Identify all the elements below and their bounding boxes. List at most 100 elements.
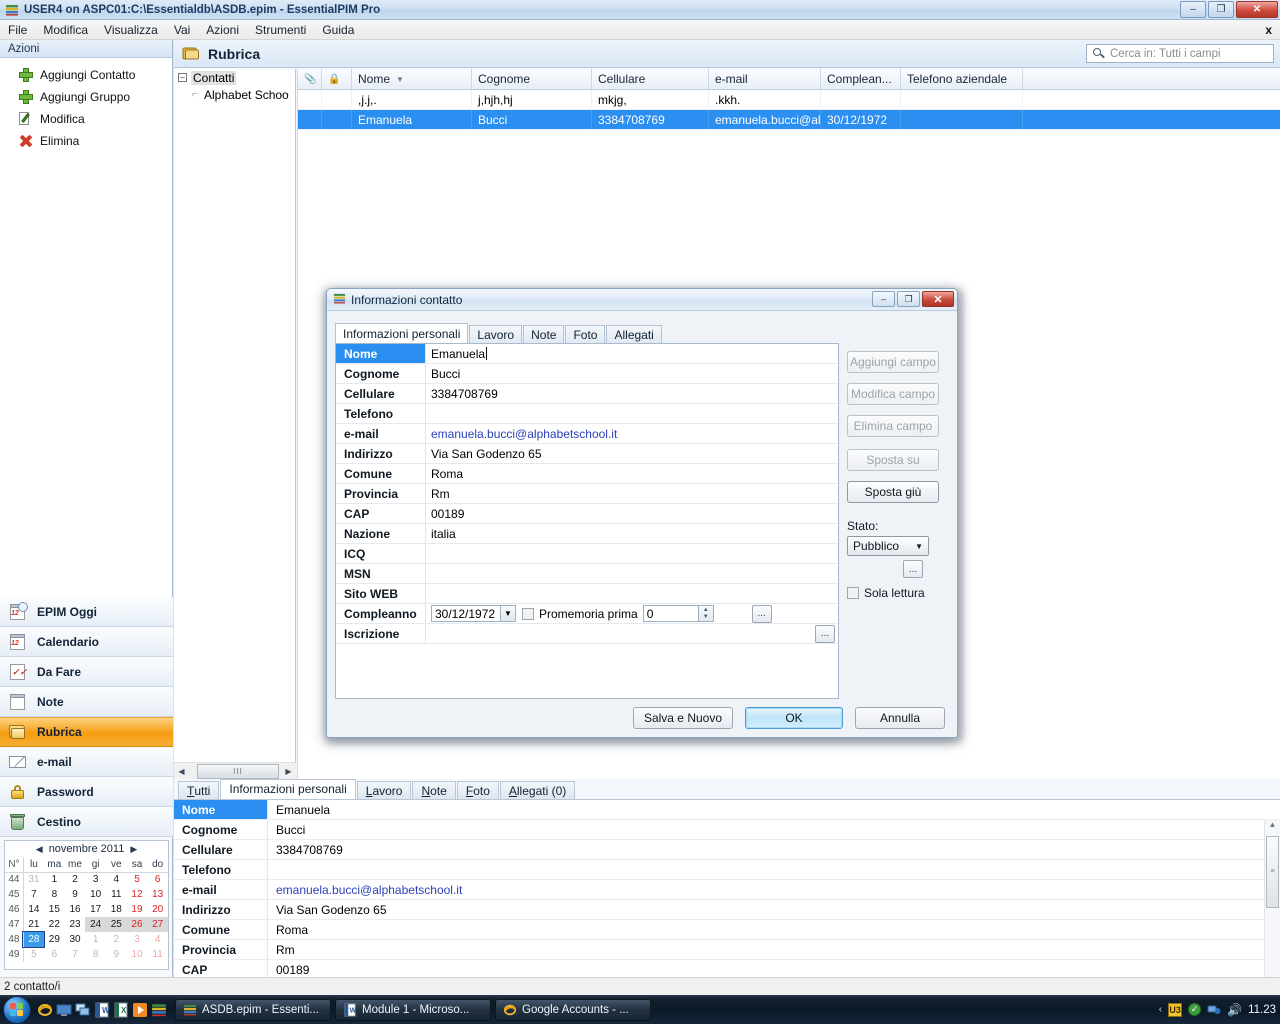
- grid-header-row[interactable]: 📎 🔒 Nome ▼ Cognome Cellulare e-mail Complean...…: [298, 69, 1280, 90]
- calendar-day-cell[interactable]: 7: [23, 887, 44, 902]
- sidebar-item-da-fare[interactable]: ✓✓ Da Fare: [0, 657, 173, 687]
- chevron-down-icon[interactable]: ▼: [500, 606, 515, 621]
- tab-foto[interactable]: Foto: [456, 781, 499, 799]
- reminder-checkbox[interactable]: [522, 607, 534, 620]
- menu-visualizza[interactable]: Visualizza: [96, 21, 166, 39]
- calendar-day-cell[interactable]: 1: [44, 872, 65, 887]
- calendar-day-cell[interactable]: 10: [85, 887, 106, 902]
- grid-header-cellulare[interactable]: Cellulare: [592, 69, 709, 89]
- menu-vai[interactable]: Vai: [166, 21, 198, 39]
- window-titlebar[interactable]: USER4 on ASPC01:C:\Essentialdb\ASDB.epim…: [0, 0, 1280, 20]
- sidebar-item-note[interactable]: Note: [0, 687, 173, 717]
- dialog-tab-lavoro[interactable]: Lavoro: [469, 325, 523, 344]
- field-value[interactable]: [426, 404, 838, 423]
- field-value[interactable]: ...: [426, 624, 838, 643]
- search-input[interactable]: Cerca in: Tutti i campi: [1086, 44, 1274, 63]
- grid-header-complean-[interactable]: Complean...: [821, 69, 901, 89]
- tab-lavoro[interactable]: Lavoro: [356, 781, 412, 799]
- calendar-day-cell[interactable]: 28: [22, 931, 45, 948]
- subscription-browse-button[interactable]: ...: [815, 624, 835, 643]
- field-value[interactable]: Bucci: [426, 364, 838, 383]
- field-value[interactable]: 00189: [426, 504, 838, 523]
- window-controls[interactable]: – ❐ ✕: [1180, 1, 1278, 18]
- grid-header-nome[interactable]: Nome ▼: [352, 69, 472, 89]
- sola-lettura-checkbox[interactable]: [847, 587, 859, 599]
- calendar-day-cell[interactable]: 20: [147, 902, 168, 917]
- scroll-track[interactable]: III: [189, 763, 281, 779]
- calendar-day-cell[interactable]: 25: [105, 917, 127, 932]
- calendar-day-cell[interactable]: 27: [147, 917, 168, 932]
- calendar-day-cell[interactable]: 5: [127, 872, 148, 887]
- calendar-day-cell[interactable]: 7: [65, 947, 86, 962]
- grid-header-cognome[interactable]: Cognome: [472, 69, 592, 89]
- calendar-day-cell[interactable]: 30: [65, 932, 86, 947]
- u3-launchpad-icon[interactable]: U3: [1168, 1002, 1183, 1017]
- sidebar-item-rubrica[interactable]: Rubrica: [0, 717, 173, 747]
- annulla-button[interactable]: Annulla: [855, 707, 945, 729]
- field-value[interactable]: Rm: [426, 484, 838, 503]
- action-aggiungi-gruppo[interactable]: Aggiungi Gruppo: [0, 86, 172, 108]
- excel-icon[interactable]: X: [113, 1002, 129, 1018]
- calendar-day-cell[interactable]: 3: [127, 932, 148, 947]
- calendar-day-cell[interactable]: 16: [65, 902, 86, 917]
- grid-header-telefono-aziendale[interactable]: Telefono aziendale: [901, 69, 1023, 89]
- scroll-up-button[interactable]: ▲: [1265, 820, 1280, 835]
- volume-icon[interactable]: 🔊: [1227, 1003, 1242, 1017]
- action-modifica[interactable]: Modifica: [0, 108, 172, 130]
- grid-header-filler[interactable]: [1023, 69, 1280, 89]
- tree-horizontal-scrollbar[interactable]: ◀ III ▶: [174, 762, 296, 779]
- taskbar-item-word[interactable]: W Module 1 - Microso...: [335, 998, 491, 1021]
- table-row[interactable]: ,j.j,. j,hjh,hj mkjg, .kkh.: [298, 90, 1280, 110]
- menu-file[interactable]: File: [0, 21, 35, 39]
- aggiungi-campo-button[interactable]: Aggiungi campo: [847, 351, 939, 373]
- dialog-tab-allegati[interactable]: Allegati: [606, 325, 662, 344]
- close-button[interactable]: ✕: [1236, 1, 1278, 18]
- show-hidden-icons-icon[interactable]: ‹: [1159, 1004, 1162, 1015]
- dialog-tab-informazioni-personali[interactable]: Informazioni personali: [335, 323, 469, 344]
- menu-strumenti[interactable]: Strumenti: [247, 21, 314, 39]
- scroll-left-button[interactable]: ◀: [174, 767, 189, 776]
- scroll-thumb[interactable]: ≡: [1266, 836, 1279, 908]
- calendar-day-cell[interactable]: 17: [85, 902, 106, 917]
- field-value[interactable]: Roma: [426, 464, 838, 483]
- dialog-tab-note[interactable]: Note: [523, 325, 565, 344]
- calendar-day-cell[interactable]: 23: [65, 917, 86, 932]
- tree-item-contatti[interactable]: – Contatti: [174, 69, 295, 86]
- tab-tutti[interactable]: Tutti: [178, 781, 220, 799]
- switch-window-icon[interactable]: [75, 1002, 91, 1018]
- calendar-day-cell[interactable]: 9: [65, 887, 86, 902]
- table-row[interactable]: Emanuela Bucci 3384708769 emanuela.bucci@al…: [298, 110, 1280, 130]
- field-value[interactable]: italia: [426, 524, 838, 543]
- stepper-down-icon[interactable]: ▼: [699, 614, 713, 622]
- clock[interactable]: 11.23: [1248, 1004, 1276, 1016]
- calendar-day-cell[interactable]: 29: [44, 932, 65, 947]
- reminder-days-stepper[interactable]: ▲ ▼: [698, 605, 714, 622]
- field-value[interactable]: emanuela.bucci@alphabetschool.it: [426, 424, 838, 443]
- modifica-campo-button[interactable]: Modifica campo: [847, 383, 939, 405]
- calendar-day-cell[interactable]: 11: [147, 947, 168, 962]
- mini-calendar[interactable]: ◀ novembre 2011 ▶ N° lu ma me gi ve sa d…: [4, 840, 169, 970]
- menu-bar[interactable]: File Modifica Visualizza Vai Azioni Stru…: [0, 20, 1280, 40]
- calendar-day-cell[interactable]: 2: [106, 932, 127, 947]
- calendar-day-cell[interactable]: 8: [44, 887, 65, 902]
- dialog-tab-foto[interactable]: Foto: [565, 325, 606, 344]
- calendar-day-cell[interactable]: 6: [147, 872, 168, 887]
- calendar-day-cell[interactable]: 21: [23, 917, 44, 932]
- field-value[interactable]: [426, 544, 838, 563]
- detail-vertical-scrollbar[interactable]: ▲ ≡ ▼: [1264, 820, 1280, 977]
- prev-month-button[interactable]: ◀: [36, 844, 43, 855]
- security-shield-icon[interactable]: ✓: [1188, 1003, 1202, 1016]
- grid-header-paperclip-icon[interactable]: 📎: [298, 69, 322, 89]
- dialog-window-controls[interactable]: – ❐ ✕: [872, 291, 954, 307]
- scroll-right-button[interactable]: ▶: [281, 767, 296, 776]
- sidebar-item-cestino[interactable]: Cestino: [0, 807, 173, 837]
- ok-button[interactable]: OK: [745, 707, 843, 729]
- sidebar-item-password[interactable]: Password: [0, 777, 173, 807]
- elimina-campo-button[interactable]: Elimina campo: [847, 415, 939, 437]
- tab-allegati-0[interactable]: Allegati (0): [499, 781, 576, 799]
- menu-azioni[interactable]: Azioni: [198, 21, 247, 39]
- calendar-day-cell[interactable]: 22: [44, 917, 65, 932]
- field-value[interactable]: 3384708769: [426, 384, 838, 403]
- menu-guida[interactable]: Guida: [314, 21, 362, 39]
- grid-header-lock-icon[interactable]: 🔒: [322, 69, 352, 89]
